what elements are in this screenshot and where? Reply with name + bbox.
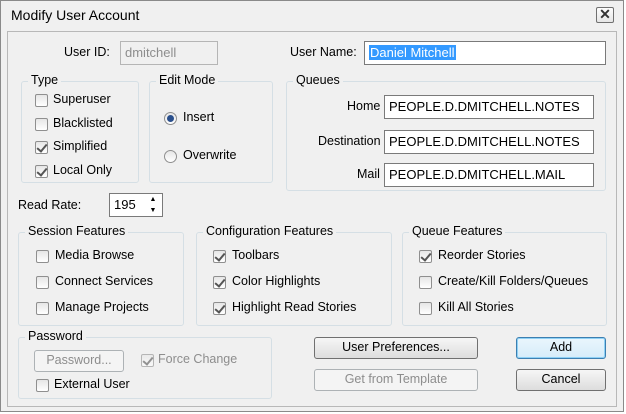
insert-label: Insert <box>183 110 215 124</box>
reorder-stories-checkbox[interactable] <box>419 250 432 263</box>
connect-services-label: Connect Services <box>55 274 153 288</box>
close-icon[interactable]: ✕ <box>596 7 614 23</box>
kill-all-stories-label: Kill All Stories <box>438 300 514 314</box>
read-rate-spinner[interactable]: ▲ ▼ <box>145 194 161 216</box>
destination-queue-field[interactable]: PEOPLE.D.DMITCHELL.NOTES <box>384 130 594 154</box>
simplified-checkbox[interactable] <box>35 141 48 154</box>
read-rate-label: Read Rate: <box>18 198 82 212</box>
blacklisted-checkbox[interactable] <box>35 118 48 131</box>
local-only-checkbox[interactable] <box>35 165 48 178</box>
type-group: Type Superuser Blacklisted Simplified Lo… <box>21 73 139 183</box>
password-button[interactable]: Password... <box>34 350 124 372</box>
reorder-stories-label: Reorder Stories <box>438 248 526 262</box>
mail-queue-field[interactable]: PEOPLE.D.DMITCHELL.MAIL <box>384 163 594 187</box>
user-name-label: User Name: <box>290 45 357 59</box>
user-name-value: Daniel Mitchell <box>369 45 456 60</box>
queue-features-group: Queue Features Reorder Stories Create/Ki… <box>402 224 607 326</box>
overwrite-label: Overwrite <box>183 148 237 162</box>
session-features-group: Session Features Media Browse Connect Se… <box>18 224 184 326</box>
color-highlights-label: Color Highlights <box>232 274 321 288</box>
user-id-label: User ID: <box>64 45 110 59</box>
queues-group: Queues Home PEOPLE.D.DMITCHELL.NOTES Des… <box>286 73 606 191</box>
cancel-button[interactable]: Cancel <box>516 369 606 391</box>
configuration-features-group: Configuration Features Toolbars Color Hi… <box>196 224 392 326</box>
connect-services-checkbox[interactable] <box>36 276 49 289</box>
color-highlights-checkbox[interactable] <box>213 276 226 289</box>
home-label: Home <box>347 99 381 113</box>
type-legend: Type <box>28 73 62 87</box>
force-change-label: Force Change <box>158 352 238 366</box>
highlight-read-stories-checkbox[interactable] <box>213 302 226 315</box>
kill-all-stories-checkbox[interactable] <box>419 302 432 315</box>
highlight-read-stories-label: Highlight Read Stories <box>232 300 357 314</box>
force-change-checkbox[interactable] <box>141 354 154 367</box>
dialog-body: User ID: dmitchell User Name: Daniel Mit… <box>7 31 617 407</box>
modify-user-account-dialog: Modify User Account ✕ User ID: dmitchell… <box>0 0 624 412</box>
destination-label: Destination <box>318 134 381 148</box>
manage-projects-label: Manage Projects <box>55 300 149 314</box>
superuser-label: Superuser <box>53 92 111 106</box>
toolbars-label: Toolbars <box>232 248 280 262</box>
password-group: Password Password... Force Change Extern… <box>18 329 272 399</box>
create-kill-folders-label: Create/Kill Folders/Queues <box>438 274 589 288</box>
media-browse-checkbox[interactable] <box>36 250 49 263</box>
add-button[interactable]: Add <box>516 337 606 359</box>
home-queue-field[interactable]: PEOPLE.D.DMITCHELL.NOTES <box>384 95 594 119</box>
manage-projects-checkbox[interactable] <box>36 302 49 315</box>
spin-down-icon[interactable]: ▼ <box>145 205 161 216</box>
edit-mode-group: Edit Mode Insert Overwrite <box>149 73 273 183</box>
window-title: Modify User Account <box>11 7 140 23</box>
user-id-field: dmitchell <box>120 41 218 65</box>
queues-legend: Queues <box>293 73 343 87</box>
queue-features-legend: Queue Features <box>409 224 506 238</box>
edit-mode-legend: Edit Mode <box>156 73 219 87</box>
external-user-label: External User <box>54 377 130 391</box>
local-only-label: Local Only <box>53 163 113 177</box>
external-user-checkbox[interactable] <box>36 379 49 392</box>
toolbars-checkbox[interactable] <box>213 250 226 263</box>
create-kill-folders-checkbox[interactable] <box>419 276 432 289</box>
spin-up-icon[interactable]: ▲ <box>145 194 161 205</box>
simplified-label: Simplified <box>53 139 108 153</box>
blacklisted-label: Blacklisted <box>53 116 113 130</box>
user-name-field[interactable]: Daniel Mitchell <box>364 41 606 65</box>
title-bar: Modify User Account ✕ <box>1 1 623 31</box>
get-from-template-button[interactable]: Get from Template <box>314 369 478 391</box>
overwrite-radio[interactable] <box>164 150 177 163</box>
session-features-legend: Session Features <box>25 224 129 238</box>
configuration-features-legend: Configuration Features <box>203 224 337 238</box>
insert-radio[interactable] <box>164 112 177 125</box>
user-preferences-button[interactable]: User Preferences... <box>314 337 478 359</box>
superuser-checkbox[interactable] <box>35 94 48 107</box>
password-legend: Password <box>25 329 86 343</box>
mail-label: Mail <box>357 167 380 181</box>
media-browse-label: Media Browse <box>55 248 135 262</box>
